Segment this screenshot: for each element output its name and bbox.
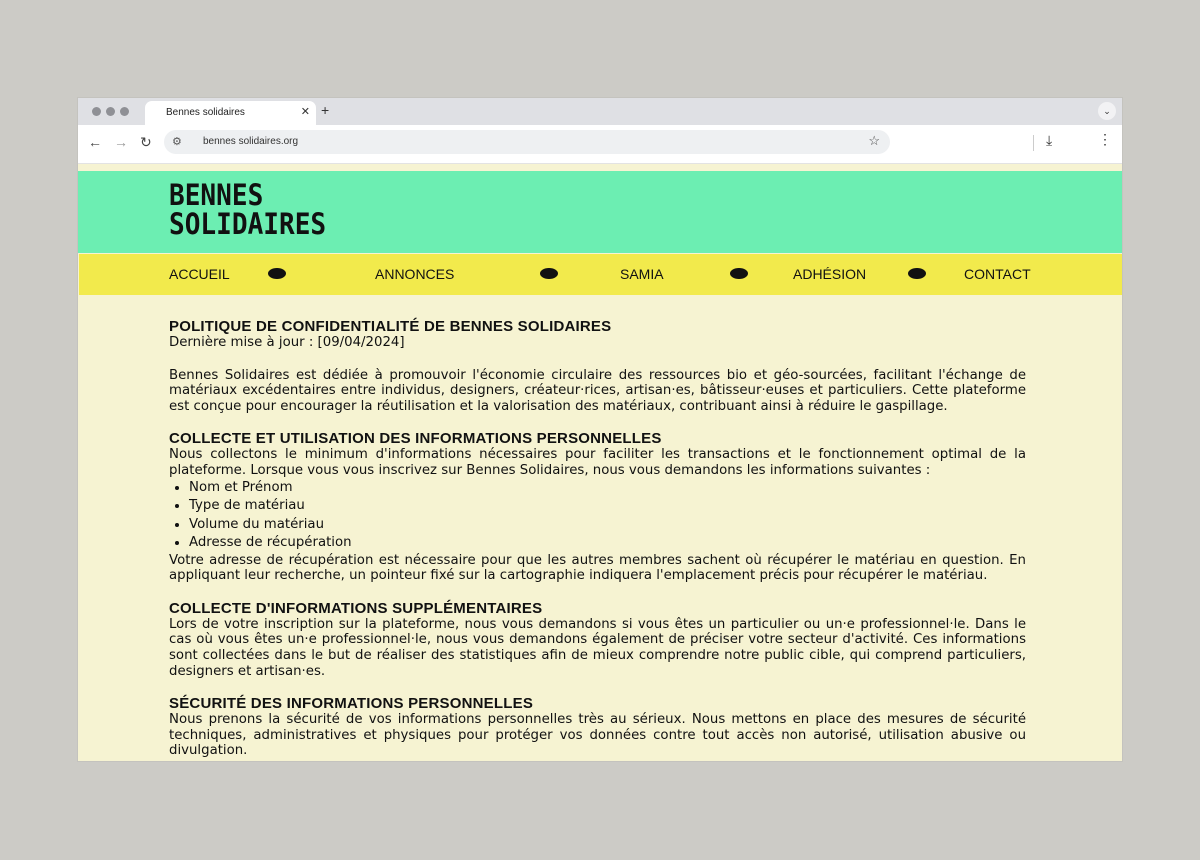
new-tab-button[interactable]: + xyxy=(321,102,329,118)
tab-strip: Bennes solidaires ✕ + ⌄ xyxy=(78,98,1122,125)
list-item: Nom et Prénom xyxy=(189,479,1026,498)
window-minimize-dot[interactable] xyxy=(106,107,115,116)
list-item: Volume du matériau xyxy=(189,516,1026,535)
nav-item-accueil[interactable]: ACCUEIL xyxy=(169,266,230,282)
address-bar[interactable]: ⚙ bennes solidaires.org ☆ xyxy=(164,130,890,154)
tab-title: Bennes solidaires xyxy=(166,107,245,118)
tab-search-button[interactable]: ⌄ xyxy=(1098,102,1116,120)
section-heading-supplementaires: COLLECTE D'INFORMATIONS SUPPLÉMENTAIRES xyxy=(169,599,543,617)
section-text-securite: Nous prenons la sécurité de vos informat… xyxy=(169,712,1026,759)
logo-line-1: BENNES xyxy=(169,178,264,212)
section-heading-securite: SÉCURITÉ DES INFORMATIONS PERSONNELLES xyxy=(169,695,534,713)
list-item: Adresse de récupération xyxy=(189,534,1026,553)
nav-item-annonces[interactable]: ANNONCES xyxy=(375,266,454,282)
section-text-adresse: Votre adresse de récupération est nécess… xyxy=(169,552,1026,584)
section-text-collecte: Nous collectons le minimum d'information… xyxy=(169,447,1026,478)
nav-item-contact[interactable]: CONTACT xyxy=(964,266,1031,282)
nav-separator-dot xyxy=(540,268,558,279)
page-title: POLITIQUE DE CONFIDENTIALITÉ DE BENNES S… xyxy=(169,318,612,335)
toolbar-divider xyxy=(1033,135,1034,151)
url-text[interactable]: bennes solidaires.org xyxy=(203,136,298,147)
back-icon[interactable]: ← xyxy=(88,134,102,150)
nav-separator-dot xyxy=(730,268,748,279)
section-heading-collecte: COLLECTE ET UTILISATION DES INFORMATIONS… xyxy=(169,430,662,448)
site-logo[interactable]: BENNES SOLIDAIRES xyxy=(169,181,326,239)
nav-item-adhesion[interactable]: ADHÉSION xyxy=(793,266,866,282)
window-close-dot[interactable] xyxy=(92,107,101,116)
site-header: BENNES SOLIDAIRES xyxy=(78,171,1122,253)
download-icon[interactable]: ⤓ xyxy=(1046,132,1052,149)
last-updated: Dernière mise à jour : [09/04/2024] xyxy=(169,335,405,350)
browser-window: Bennes solidaires ✕ + ⌄ ← → ↻ ⚙ bennes s… xyxy=(78,98,1122,761)
intro-paragraph: Bennes Solidaires est dédiée à promouvoi… xyxy=(169,367,1026,414)
nav-separator-dot xyxy=(268,268,286,279)
browser-tab[interactable]: Bennes solidaires ✕ xyxy=(145,101,316,125)
section-text-supplementaires: Lors de votre inscription sur la platefo… xyxy=(169,616,1026,679)
list-item: Type de matériau xyxy=(189,497,1026,516)
nav-separator-dot xyxy=(908,268,926,279)
site-info-icon[interactable]: ⚙ xyxy=(172,135,182,148)
logo-line-2: SOLIDAIRES xyxy=(169,207,327,241)
window-maximize-dot[interactable] xyxy=(120,107,129,116)
reload-icon[interactable]: ↻ xyxy=(140,134,152,151)
browser-menu-icon[interactable]: ⋮ xyxy=(1098,131,1112,148)
policy-content: POLITIQUE DE CONFIDENTIALITÉ DE BENNES S… xyxy=(169,319,1026,759)
browser-toolbar: ← → ↻ ⚙ bennes solidaires.org ☆ ⤓ ⋮ xyxy=(78,125,1122,164)
nav-item-samia[interactable]: SAMIA xyxy=(620,266,664,282)
info-list: Nom et Prénom Type de matériau Volume du… xyxy=(169,479,1026,553)
main-nav: ACCUEIL ANNONCES SAMIA ADHÉSION CONTACT xyxy=(79,254,1122,295)
close-tab-icon[interactable]: ✕ xyxy=(301,105,310,118)
forward-icon[interactable]: → xyxy=(114,134,128,150)
bookmark-star-icon[interactable]: ☆ xyxy=(868,133,880,149)
